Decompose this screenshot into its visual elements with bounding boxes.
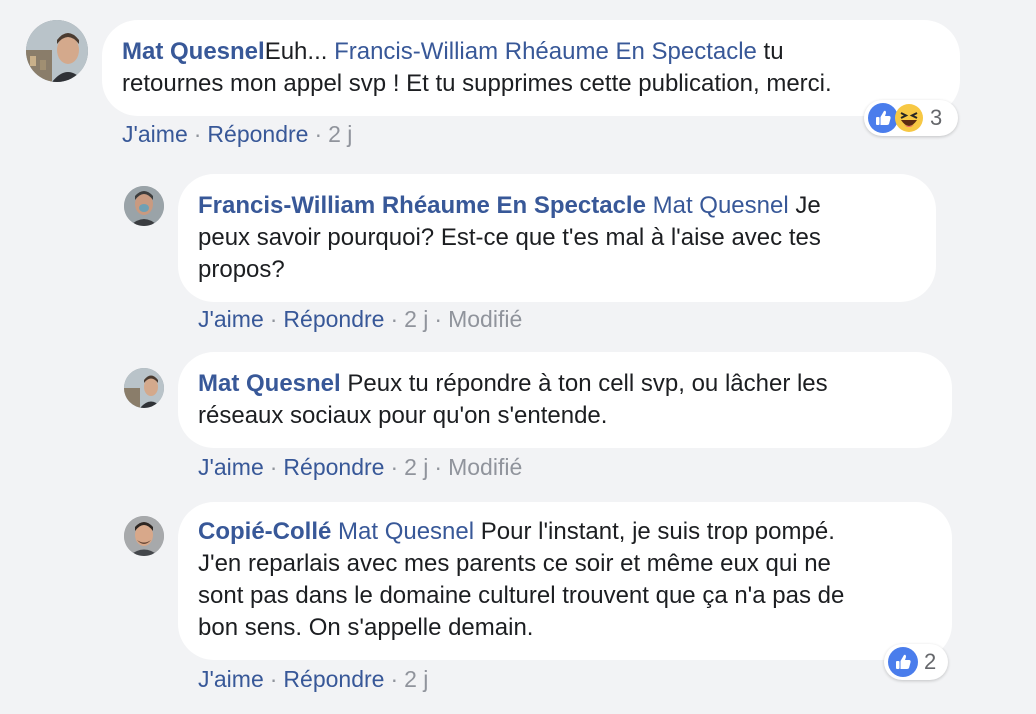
comment-text: Euh... bbox=[264, 38, 335, 65]
separator: · bbox=[390, 454, 399, 480]
comment-actions: J'aime · Répondre · 2 j bbox=[122, 120, 352, 148]
comment-bubble: Mat QuesnelEuh... Francis-William Rhéaum… bbox=[102, 20, 960, 116]
edited-label[interactable]: Modifié bbox=[448, 454, 522, 480]
reply-link[interactable]: Répondre bbox=[283, 306, 384, 332]
separator: · bbox=[269, 306, 278, 332]
reply-link[interactable]: Répondre bbox=[283, 454, 384, 480]
reply-link[interactable]: Répondre bbox=[283, 666, 384, 692]
like-link[interactable]: J'aime bbox=[198, 666, 264, 692]
timestamp[interactable]: 2 j bbox=[328, 121, 352, 147]
comment-bubble: Copié-Collé Mat Quesnel Pour l'instant, … bbox=[178, 502, 952, 660]
timestamp[interactable]: 2 j bbox=[404, 306, 428, 332]
comment-author[interactable]: Francis-William Rhéaume En Spectacle bbox=[198, 192, 646, 219]
comment-text: Pour l'instant, je suis trop pompé. bbox=[474, 518, 835, 545]
mention-link[interactable]: Francis-William Rhéaume En Spectacle bbox=[334, 38, 757, 65]
comment-actions: J'aime · Répondre · 2 j · Modifié bbox=[198, 453, 522, 481]
separator: · bbox=[434, 306, 443, 332]
avatar[interactable] bbox=[124, 516, 164, 556]
reactions-badge[interactable]: 2 bbox=[884, 644, 948, 680]
timestamp[interactable]: 2 j bbox=[404, 454, 428, 480]
comment-bubble: Francis-William Rhéaume En Spectacle Mat… bbox=[178, 174, 936, 302]
separator: · bbox=[269, 454, 278, 480]
avatar[interactable] bbox=[26, 20, 88, 82]
comment-actions: J'aime · Répondre · 2 j bbox=[198, 665, 428, 693]
mention-link[interactable]: Mat Quesnel bbox=[653, 192, 789, 219]
comment-actions: J'aime · Répondre · 2 j · Modifié bbox=[198, 305, 522, 333]
comment-text: sont pas dans le domaine culturel trouve… bbox=[198, 582, 845, 609]
separator: · bbox=[314, 121, 323, 147]
comment-bubble: Mat Quesnel Peux tu répondre à ton cell … bbox=[178, 352, 952, 448]
separator: · bbox=[193, 121, 202, 147]
like-icon bbox=[888, 647, 918, 677]
comment-text: tu bbox=[756, 38, 784, 65]
reactions-badge[interactable]: 3 bbox=[864, 100, 958, 136]
comment-author[interactable]: Mat Quesnel bbox=[122, 38, 265, 65]
comment-author[interactable]: Copié-Collé bbox=[198, 518, 331, 545]
comment-text: réseaux sociaux pour qu'on s'entende. bbox=[198, 402, 608, 429]
comment-text: retournes mon appel svp ! Et tu supprime… bbox=[122, 70, 832, 97]
like-link[interactable]: J'aime bbox=[122, 121, 188, 147]
separator: · bbox=[390, 306, 399, 332]
edited-label[interactable]: Modifié bbox=[448, 306, 522, 332]
timestamp[interactable]: 2 j bbox=[404, 666, 428, 692]
reaction-count: 3 bbox=[930, 105, 943, 130]
haha-icon bbox=[895, 104, 923, 132]
avatar[interactable] bbox=[124, 186, 164, 226]
avatar[interactable] bbox=[124, 368, 164, 408]
comment-text: propos? bbox=[198, 256, 285, 283]
comment-text: Peux tu répondre à ton cell svp, ou lâch… bbox=[340, 370, 828, 397]
reaction-count: 2 bbox=[924, 649, 937, 674]
separator: · bbox=[269, 666, 278, 692]
like-link[interactable]: J'aime bbox=[198, 454, 264, 480]
comment-author[interactable]: Mat Quesnel bbox=[198, 370, 341, 397]
separator: · bbox=[434, 454, 443, 480]
mention-link[interactable]: Mat Quesnel bbox=[338, 518, 474, 545]
comment-text: bon sens. On s'appelle demain. bbox=[198, 614, 534, 641]
like-link[interactable]: J'aime bbox=[198, 306, 264, 332]
comment-text: Je bbox=[788, 192, 821, 219]
comment-text: J'en reparlais avec mes parents ce soir … bbox=[198, 550, 831, 577]
reply-link[interactable]: Répondre bbox=[207, 121, 308, 147]
separator: · bbox=[390, 666, 399, 692]
comment-text: peux savoir pourquoi? Est-ce que t'es ma… bbox=[198, 224, 821, 251]
